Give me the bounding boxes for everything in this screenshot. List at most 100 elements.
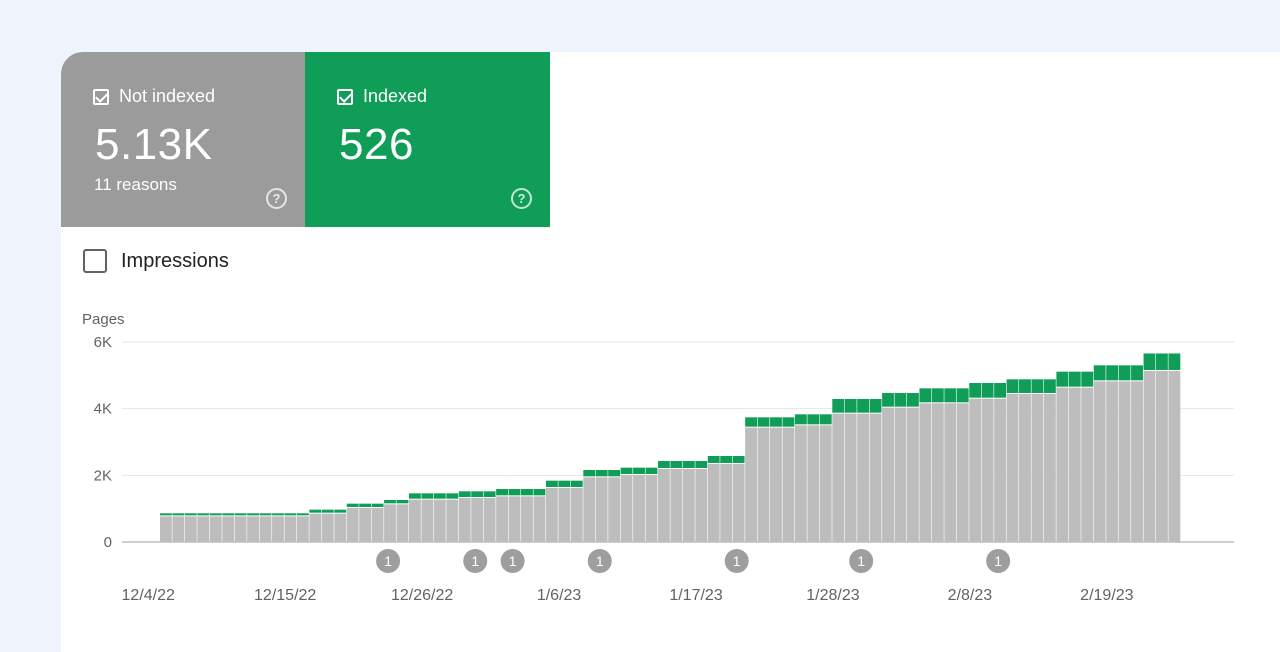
bar-not-indexed [421,499,434,542]
bar-indexed [1081,371,1094,387]
y-tick-label: 4K [94,401,112,418]
bar-not-indexed [732,464,745,542]
bar-indexed [919,388,932,403]
bar-indexed [1043,379,1056,393]
bar-not-indexed [707,464,720,542]
annotation-label: 1 [994,553,1002,569]
bar-indexed [894,393,907,407]
y-tick-label: 0 [104,534,112,551]
bar-indexed [471,491,484,497]
bar-not-indexed [521,496,533,542]
bar-not-indexed [272,516,284,542]
bar-indexed [172,513,185,516]
bar-not-indexed [1043,394,1056,542]
bar-indexed [1019,379,1031,393]
bar-not-indexed [321,513,334,542]
bar-not-indexed [658,469,670,542]
bar-not-indexed [1131,381,1143,542]
bar-not-indexed [633,475,645,542]
bar-indexed [770,417,782,427]
bar-indexed [1156,353,1168,370]
bar-indexed [421,493,434,499]
bar-indexed [1131,365,1143,381]
bar-indexed [1031,379,1044,393]
bar-not-indexed [296,516,309,542]
bar-not-indexed [832,413,845,542]
bar-not-indexed [931,403,944,542]
bar-not-indexed [794,425,807,542]
bar-indexed [446,493,459,499]
bar-indexed [545,480,558,487]
y-tick-label: 2K [94,467,112,484]
bar-not-indexed [433,499,446,542]
bar-not-indexed [782,427,795,542]
bar-indexed [296,513,309,516]
annotation-label: 1 [596,553,604,569]
bar-not-indexed [359,508,372,542]
bar-not-indexed [197,516,210,542]
bar-indexed [309,509,322,513]
bar-indexed [819,414,832,425]
bar-not-indexed [994,398,1006,542]
bar-not-indexed [1019,394,1031,542]
annotation-marker[interactable]: 1 [587,549,612,573]
bar-indexed [1118,365,1131,381]
bar-indexed [857,399,870,413]
bar-not-indexed [545,488,558,542]
bar-indexed [483,491,496,497]
bar-not-indexed [458,498,471,542]
bar-indexed [197,513,210,516]
annotation-marker[interactable]: 1 [849,549,874,573]
bar-indexed [346,503,359,507]
bar-indexed [682,461,695,468]
bar-not-indexed [334,513,347,542]
bar-indexed [1056,371,1069,387]
bar-not-indexed [670,469,683,542]
bar-indexed [570,480,583,487]
bar-not-indexed [907,407,919,542]
annotation-marker[interactable]: 1 [724,549,749,573]
bar-indexed [359,503,372,507]
bar-not-indexed [409,499,421,542]
annotation-marker[interactable]: 1 [376,549,401,573]
pages-chart: Pages 0 2K 4K 6K 12/4/22 12/15/22 12/26/22 1/6/2… [82,311,1234,604]
bar-not-indexed [807,425,820,542]
bar-not-indexed [645,475,658,542]
bar-not-indexed [757,427,770,542]
bar-not-indexed [869,413,882,542]
bar-not-indexed [471,498,484,542]
bar-indexed [409,493,421,499]
bar-not-indexed [620,475,633,542]
bar-indexed [907,393,919,407]
bar-indexed [184,513,197,516]
bar-not-indexed [857,413,870,542]
annotation-label: 1 [857,553,865,569]
bar-not-indexed [695,469,708,542]
bar-not-indexed [1056,387,1069,542]
bar-not-indexed [981,398,994,542]
bar-indexed [620,467,633,474]
annotation-marker[interactable]: 1 [500,549,525,573]
annotation-marker[interactable]: 1 [463,549,488,573]
bar-not-indexed [956,403,969,542]
bar-not-indexed [944,403,957,542]
bar-indexed [222,513,235,516]
bar-not-indexed [1081,387,1094,542]
bar-not-indexed [969,398,982,542]
x-tick-label: 1/17/23 [669,587,722,604]
bar-indexed [1143,353,1156,370]
bar-indexed [794,414,807,425]
bar-indexed [1093,365,1106,381]
x-tick-label: 2/19/23 [1080,587,1133,604]
bar-indexed [384,500,396,504]
bar-indexed [869,399,882,413]
annotation-label: 1 [471,553,479,569]
y-axis-label: Pages [82,311,125,328]
bar-not-indexed [346,508,359,542]
bar-not-indexed [745,427,757,542]
bar-indexed [1168,353,1181,370]
annotation-marker[interactable]: 1 [986,549,1011,573]
bar-indexed [981,383,994,398]
bar-not-indexed [508,496,521,542]
bar-not-indexed [1031,394,1044,542]
